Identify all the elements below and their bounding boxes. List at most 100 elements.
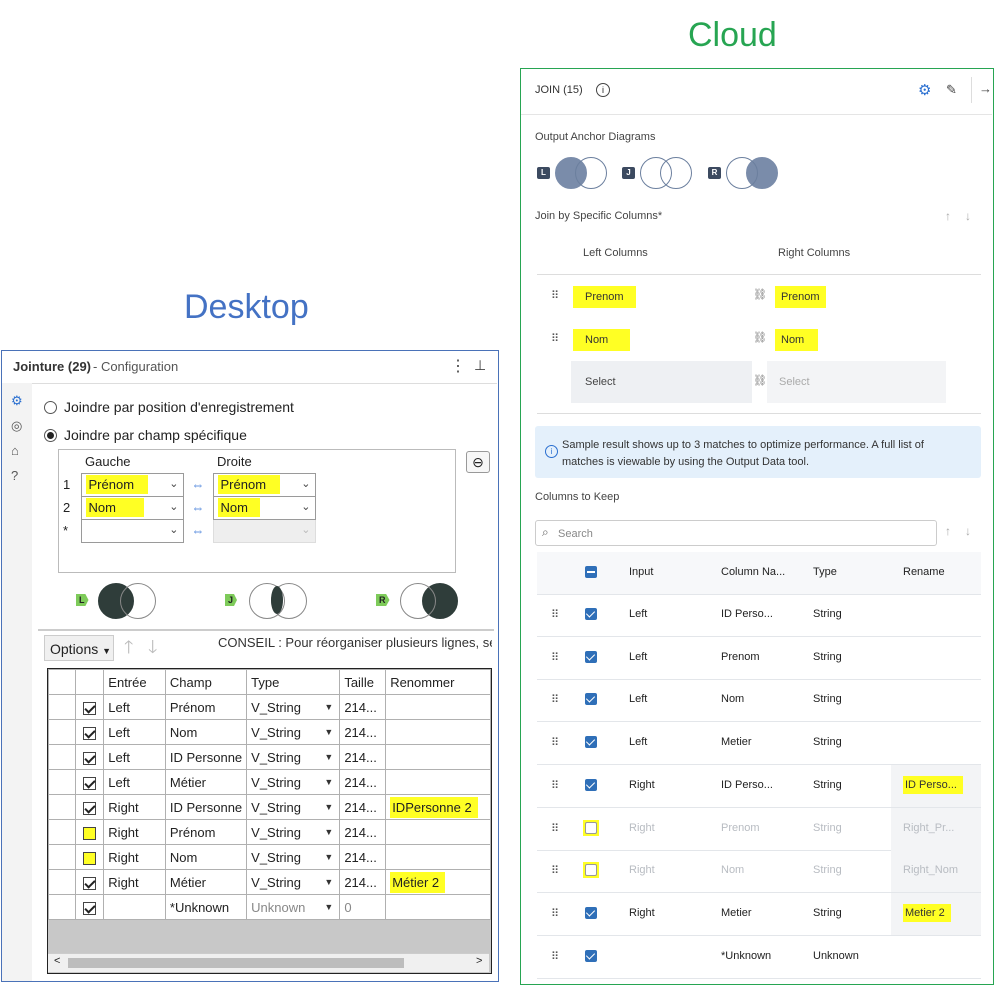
radio-join-position[interactable] [44, 401, 57, 414]
table-row[interactable]: Left Prénom V_String ▼ 214... [48, 694, 491, 720]
keep-checkbox-cell[interactable] [75, 719, 105, 745]
left-column-select[interactable]: Nom [573, 329, 631, 351]
type-select[interactable]: V_String ▼ [246, 844, 341, 870]
keep-checkbox[interactable] [83, 851, 97, 865]
table-row[interactable]: ⠿ Right Nom String Right_Nom [537, 850, 981, 894]
rename-input[interactable] [891, 722, 981, 764]
gear-icon[interactable]: ⚙ [918, 81, 931, 99]
drag-handle-icon[interactable]: ⠿ [551, 693, 559, 706]
keep-checkbox[interactable] [585, 778, 597, 791]
table-row[interactable]: Right Nom V_String ▼ 214... [48, 844, 491, 870]
table-row[interactable]: Right Métier V_String ▼ 214... Métier 2 [48, 869, 491, 895]
type-select[interactable]: V_String ▼ [246, 769, 341, 795]
rename-cell[interactable] [385, 894, 491, 920]
tag-icon[interactable]: ⌂ [11, 443, 19, 458]
rename-input[interactable] [891, 679, 981, 721]
drag-handle-icon[interactable]: ⠿ [551, 822, 559, 835]
rename-cell[interactable]: Métier 2 [385, 869, 491, 895]
keep-checkbox[interactable] [83, 726, 97, 740]
move-down-icon[interactable]: ↓ [965, 209, 971, 223]
left-field-select-1[interactable]: Prénom ⌄ [80, 472, 184, 497]
drag-handle-icon[interactable]: ⠿ [551, 779, 559, 792]
keep-checkbox-cell[interactable] [75, 894, 105, 920]
rename-cell[interactable] [385, 819, 491, 845]
keep-checkbox[interactable] [585, 821, 597, 834]
minus-circle-icon[interactable]: ⊖ [466, 451, 490, 473]
scroll-right-icon[interactable]: > [476, 955, 482, 967]
keep-checkbox[interactable] [585, 906, 597, 919]
drag-handle-icon[interactable]: ⠿ [551, 950, 559, 963]
keep-checkbox[interactable] [83, 776, 97, 790]
rename-input[interactable] [891, 637, 981, 679]
table-row[interactable]: ⠿ *Unknown Unknown [537, 936, 981, 979]
keep-checkbox-cell[interactable] [75, 819, 105, 845]
col-header-rename[interactable]: Renommer [385, 669, 491, 695]
scrollbar-thumb[interactable] [68, 958, 404, 968]
table-row[interactable]: Right ID Personne V_String ▼ 214... IDPersonn… [48, 794, 491, 820]
col-header-field[interactable]: Champ [164, 669, 248, 695]
drag-handle-icon[interactable]: ⠿ [551, 289, 559, 302]
keep-checkbox[interactable] [585, 949, 597, 962]
type-select[interactable]: V_String ▼ [246, 744, 341, 770]
col-header-type[interactable]: Type [246, 669, 341, 695]
rename-cell[interactable]: IDPersonne 2 [385, 794, 491, 820]
keep-checkbox[interactable] [83, 826, 97, 840]
size-cell[interactable]: 214... [339, 844, 387, 870]
left-field-select-new[interactable]: ⌄ [80, 518, 184, 543]
keep-checkbox[interactable] [585, 650, 597, 663]
right-field-select-2[interactable]: Nom ⌄ [212, 495, 316, 520]
info-icon[interactable]: i [596, 83, 610, 97]
rename-cell[interactable] [385, 694, 491, 720]
col-header-input[interactable]: Entrée [103, 669, 166, 695]
pin-icon[interactable]: ⊥ [474, 357, 486, 374]
table-row[interactable]: *Unknown Unknown ▼ 0 [48, 894, 491, 920]
type-select[interactable]: Unknown ▼ [246, 894, 341, 920]
type-select[interactable]: V_String ▼ [246, 794, 341, 820]
scroll-left-icon[interactable]: < [54, 955, 60, 967]
right-column-select[interactable]: Nom [775, 329, 819, 351]
size-cell[interactable]: 214... [339, 869, 387, 895]
size-cell[interactable]: 214... [339, 694, 387, 720]
rename-cell[interactable] [385, 719, 491, 745]
size-cell[interactable]: 214... [339, 769, 387, 795]
table-row[interactable]: ⠿ Left Nom String [537, 679, 981, 723]
move-down-icon[interactable]: ↓ [965, 524, 971, 538]
keep-checkbox-cell[interactable] [75, 769, 105, 795]
keep-checkbox-cell[interactable] [75, 869, 105, 895]
arrow-right-icon[interactable]: → [979, 81, 992, 96]
type-select[interactable]: V_String ▼ [246, 869, 341, 895]
move-up-icon[interactable]: ↑ [945, 209, 951, 223]
kebab-icon[interactable]: ⋮ [450, 356, 466, 376]
keep-checkbox[interactable] [585, 693, 597, 706]
keep-checkbox-cell[interactable] [75, 794, 105, 820]
rename-cell[interactable] [385, 769, 491, 795]
size-cell[interactable]: 214... [339, 744, 387, 770]
table-row[interactable]: Left Nom V_String ▼ 214... [48, 719, 491, 745]
right-field-select-1[interactable]: Prénom ⌄ [212, 472, 316, 497]
table-row[interactable]: ⠿ Right ID Perso... String ID Perso... [537, 764, 981, 808]
keep-checkbox[interactable] [585, 736, 597, 749]
drag-handle-icon[interactable]: ⠿ [551, 907, 559, 920]
size-cell[interactable]: 214... [339, 794, 387, 820]
keep-checkbox[interactable] [585, 864, 597, 877]
keep-checkbox[interactable] [83, 876, 97, 890]
options-button[interactable]: Options ▼ [44, 635, 114, 661]
keep-checkbox-cell[interactable] [75, 694, 105, 720]
drag-handle-icon[interactable]: ⠿ [551, 332, 559, 345]
col-header-size[interactable]: Taille [339, 669, 387, 695]
table-row[interactable]: ⠿ Left Prenom String [537, 637, 981, 680]
anchor-icon[interactable]: ◎ [11, 418, 22, 434]
table-row[interactable]: Left ID Personne V_String ▼ 214... [48, 744, 491, 770]
left-column-empty-select[interactable]: Select [571, 361, 752, 403]
table-row[interactable]: Left Métier V_String ▼ 214... [48, 769, 491, 795]
select-all-checkbox[interactable] [585, 566, 597, 579]
type-select[interactable]: V_String ▼ [246, 819, 341, 845]
left-column-select[interactable]: Prenom [573, 286, 636, 308]
table-row[interactable]: Right Prénom V_String ▼ 214... [48, 819, 491, 845]
drag-handle-icon[interactable]: ⠿ [551, 608, 559, 621]
size-cell[interactable]: 0 [339, 894, 387, 920]
table-row[interactable]: ⠿ Left Metier String [537, 722, 981, 766]
drag-handle-icon[interactable]: ⠿ [551, 736, 559, 749]
right-column-select[interactable]: Prenom [775, 286, 826, 308]
keep-checkbox-cell[interactable] [75, 844, 105, 870]
